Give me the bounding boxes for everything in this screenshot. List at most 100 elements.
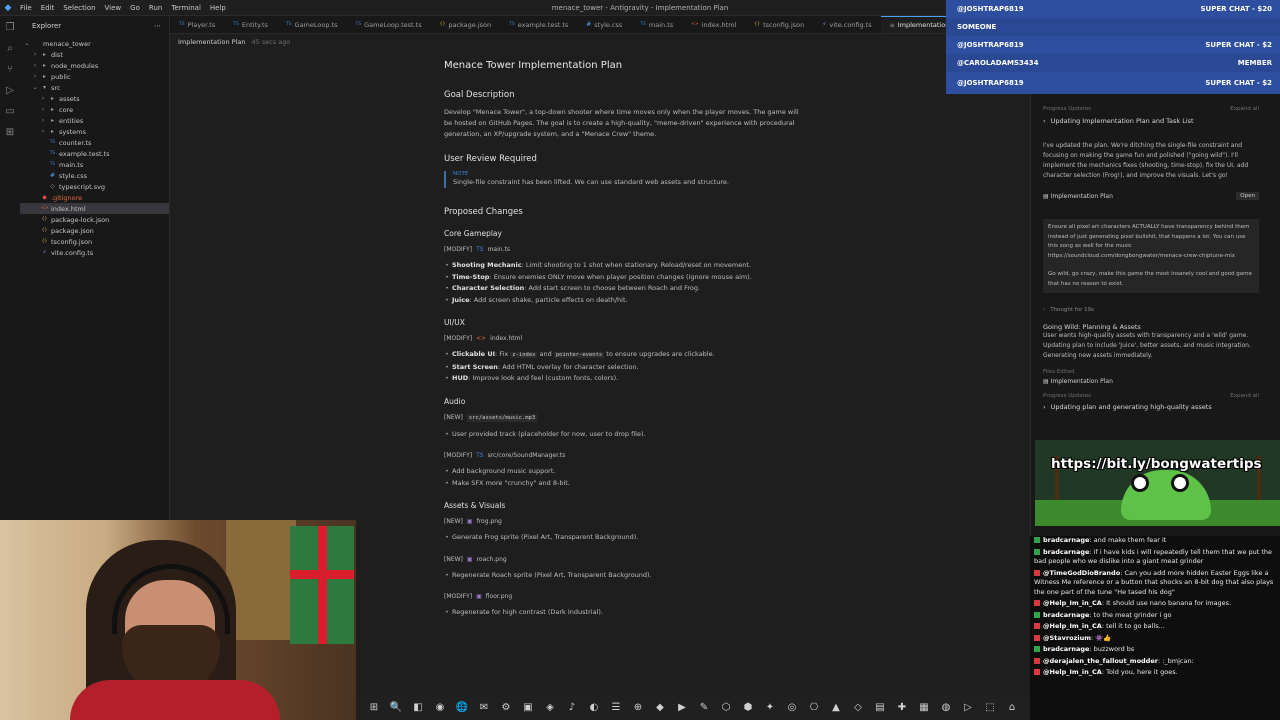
taskbar-app-icon[interactable]: ⌂ [1005,701,1019,715]
extensions-icon[interactable]: ⊞ [4,127,16,139]
taskbar-app-icon[interactable]: ⊞ [367,701,381,715]
taskbar-app-icon[interactable]: ✚ [895,701,909,715]
tree-item[interactable]: › ▸ node_modules [20,60,169,71]
taskbar-app-icon[interactable]: ✉ [477,701,491,715]
assets-file3-link[interactable]: floor.png [486,593,512,600]
tree-item[interactable]: {} package.json [20,225,169,236]
editor-tab[interactable]: ⚡ vite.config.ts [813,16,880,33]
editor-tab[interactable]: # style.css [577,16,631,33]
menu-item-go[interactable]: Go [130,4,140,12]
task-item-2[interactable]: › Updating plan and generating high-qual… [1035,403,1267,411]
taskbar-app-icon[interactable]: ⎔ [807,701,821,715]
tree-item[interactable]: {} package-lock.json [20,214,169,225]
search-icon[interactable]: ⌕ [4,43,16,55]
tree-item[interactable]: › ▸ dist [20,49,169,60]
editor-tab[interactable]: TS Player.ts [170,16,224,33]
taskbar-app-icon[interactable]: ◈ [543,701,557,715]
menu-item-run[interactable]: Run [149,4,162,12]
tree-item[interactable]: TS counter.ts [20,137,169,148]
menu-item-help[interactable]: Help [210,4,226,12]
editor-tab[interactable]: TS example.test.ts [500,16,577,33]
tree-item[interactable]: ◇ typescript.svg [20,181,169,192]
taskbar-app-icon[interactable]: ▣ [521,701,535,715]
planning-heading: Going Wild: Planning & Assets [1035,323,1267,331]
tree-item[interactable]: {} tsconfig.json [20,236,169,247]
audio-file1-line: [NEW] src/assets/music.mp3 [444,413,804,422]
tree-item[interactable]: # style.css [20,170,169,181]
source-control-icon[interactable]: ⑂ [4,64,16,76]
editor-tab[interactable]: <> index.html [682,16,745,33]
audio-file2-link[interactable]: src/core/SoundManager.ts [488,452,566,459]
breadcrumb-label[interactable]: Implementation Plan [178,38,246,46]
chat-username: @Stavrozium [1043,633,1091,642]
taskbar-app-icon[interactable]: ✎ [697,701,711,715]
remote-icon[interactable]: ▭ [4,106,16,118]
taskbar-app-icon[interactable]: ▶ [675,701,689,715]
taskbar-app-icon[interactable]: ▷ [961,701,975,715]
taskbar-app-icon[interactable]: ⬚ [983,701,997,715]
expand-all-button-2[interactable]: Expand all [1230,393,1259,399]
editor-tab[interactable]: ≡ Implementation [880,16,946,33]
editor-tab[interactable]: {} package.json [431,16,501,33]
audio-file1-link[interactable]: src/assets/music.mp3 [466,413,538,422]
tree-item[interactable]: ⌄ ▾ src [20,82,169,93]
assets-file1-link[interactable]: frog.png [477,518,502,525]
taskbar-app-icon[interactable]: ◉ [433,701,447,715]
tree-item[interactable]: › ▸ entities [20,115,169,126]
explorer-icon[interactable]: ❐ [4,22,16,34]
tree-item[interactable]: › ▸ assets [20,93,169,104]
taskbar-app-icon[interactable]: ◎ [785,701,799,715]
open-button[interactable]: Open [1236,192,1259,200]
tree-item[interactable]: TS example.test.ts [20,148,169,159]
taskbar-app-icon[interactable]: ⊕ [631,701,645,715]
menu-item-selection[interactable]: Selection [63,4,95,12]
taskbar-app-icon[interactable]: ◐ [587,701,601,715]
taskbar-app-icon[interactable]: ▲ [829,701,843,715]
tree-item[interactable]: ⚡ vite.config.ts [20,247,169,258]
taskbar-app-icon[interactable]: ◍ [939,701,953,715]
thought-toggle[interactable]: › Thought for 19s [1035,307,1267,313]
tree-item[interactable]: ⌄ menace_tower [20,38,169,49]
more-actions-icon[interactable]: ⋯ [154,22,161,30]
menu-item-view[interactable]: View [105,4,122,12]
edited-file[interactable]: ▤ Implementation Plan [1043,375,1259,387]
tree-item[interactable]: <> index.html [20,203,169,214]
artifact-label: Implementation Plan [1050,192,1113,200]
planning-text: User wants high-quality assets with tran… [1043,332,1251,359]
editor-tab[interactable]: TS main.ts [631,16,682,33]
taskbar-app-icon[interactable]: ♪ [565,701,579,715]
taskbar-app-icon[interactable]: ◇ [851,701,865,715]
uiux-file-link[interactable]: index.html [490,335,522,342]
taskbar-app-icon[interactable]: ⚙ [499,701,513,715]
editor-tab[interactable]: TS GameLoop.ts [277,16,347,33]
taskbar-app-icon[interactable]: ▦ [917,701,931,715]
taskbar-app-icon[interactable]: ◧ [411,701,425,715]
tree-item[interactable]: › ▸ public [20,71,169,82]
artifact-card[interactable]: ▤ Implementation Plan Open [1043,189,1259,203]
taskbar-app-icon[interactable]: ◆ [653,701,667,715]
taskbar-app-icon[interactable]: ⬡ [719,701,733,715]
menu-item-file[interactable]: File [20,4,32,12]
tree-item[interactable]: › ▸ core [20,104,169,115]
taskbar-app-icon[interactable]: 🔍 [389,701,403,715]
tree-item[interactable]: ◆ .gitignore [20,192,169,203]
run-debug-icon[interactable]: ▷ [4,85,16,97]
editor-tab[interactable]: TS Entity.ts [224,16,277,33]
core-file-link[interactable]: main.ts [488,246,510,253]
taskbar-app-icon[interactable]: ✦ [763,701,777,715]
editor-tab[interactable]: TS GameLoop.test.ts [346,16,430,33]
menu-item-terminal[interactable]: Terminal [171,4,201,12]
tab-label: tsconfig.json [763,20,805,29]
assets-file2-link[interactable]: roach.png [477,556,507,563]
tree-item[interactable]: › ▸ systems [20,126,169,137]
editor-tab[interactable]: {} tsconfig.json [745,16,813,33]
menu-item-edit[interactable]: Edit [41,4,55,12]
tree-item[interactable]: TS main.ts [20,159,169,170]
taskbar-app-icon[interactable]: 🌐 [455,701,469,715]
taskbar-app-icon[interactable]: ⬢ [741,701,755,715]
taskbar-app-icon[interactable]: ▤ [873,701,887,715]
list-item-title: Juice [452,295,470,304]
expand-all-button[interactable]: Expand all [1230,106,1259,112]
taskbar-app-icon[interactable]: ☰ [609,701,623,715]
task-item[interactable]: › Updating Implementation Plan and Task … [1035,117,1267,125]
